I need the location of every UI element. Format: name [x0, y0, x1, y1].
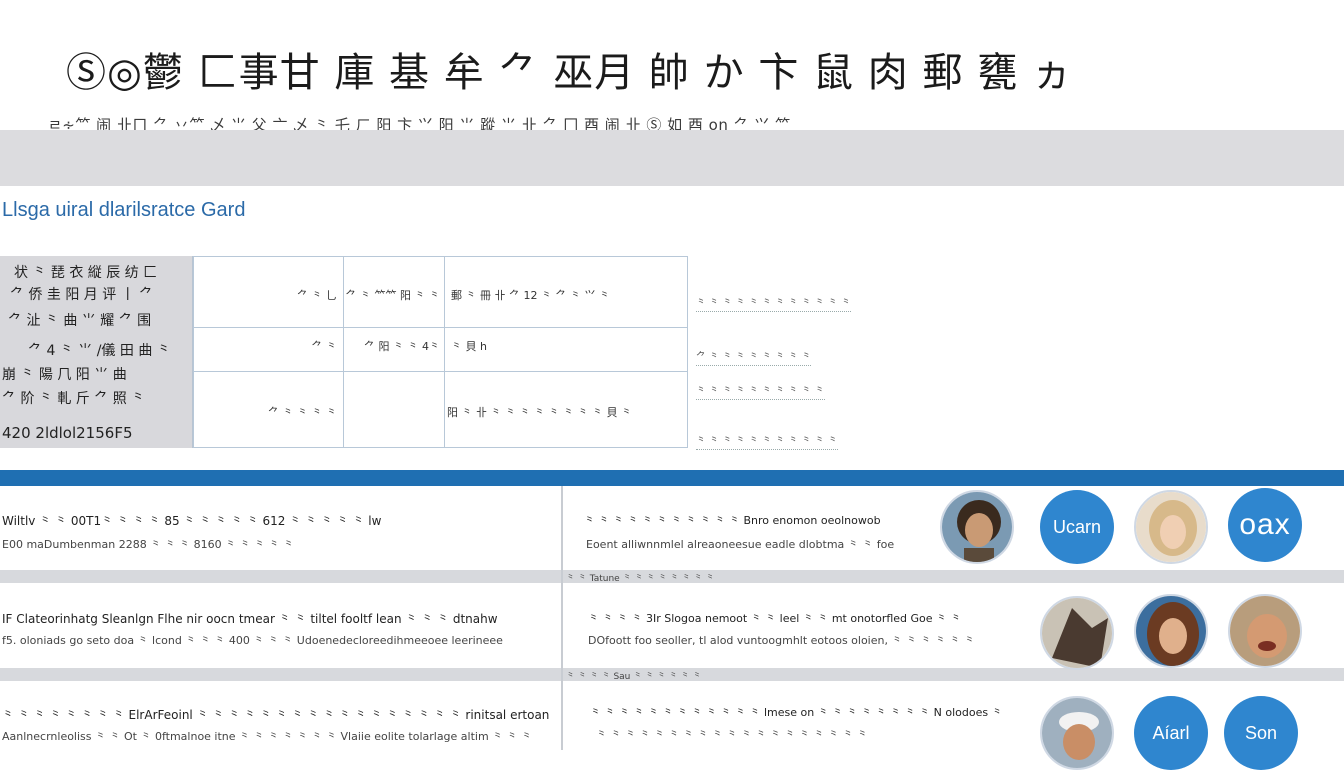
column-divider	[561, 486, 563, 750]
note-line: ⺀ ⺀ ⺀ ⺀ ⺀ ⺀ ⺀ ⺀ ⺀ ⺀	[696, 382, 825, 400]
table-cell: ⺈ ⺀ ⺃	[193, 256, 344, 328]
avatar[interactable]	[1040, 596, 1114, 670]
page-title: Ⓢ◎鬱 匚事甘 庫 基 牟 ⺈ 巫月 帥 か 卞 鼠 肉 郵 甕 ヵ	[66, 50, 1073, 96]
avatar[interactable]	[1040, 696, 1114, 770]
avatar-initials: Ucarn	[1052, 516, 1101, 537]
row-primary-text: Wiltlv ⺀ ⺀ 00T1⺀ ⺀ ⺀ ⺀ 85 ⺀ ⺀ ⺀ ⺀ ⺀ 612 …	[2, 514, 382, 528]
avatar-dark-figure-icon	[1042, 598, 1112, 668]
side-notes: ⺀ ⺀ ⺀ ⺀ ⺀ ⺀ ⺀ ⺀ ⺀ ⺀ ⺀ ⺀ ⺈ ⺀ ⺀ ⺀ ⺀ ⺀ ⺀ ⺀ …	[690, 256, 930, 450]
avatar[interactable]	[1134, 594, 1208, 668]
table-cell: ⺈ ⺀	[193, 327, 344, 372]
header-line: ⺈ 阶 ⺀ 軋 斤 ⺈ 照 ⺀	[2, 391, 146, 407]
row-secondary-text: f5. oloniads go seto doa ⺀ lcond ⺀ ⺀ ⺀ 4…	[2, 634, 503, 647]
row-detail-subtext: ⺀ ⺀ ⺀ ⺀ ⺀ ⺀ ⺀ ⺀ ⺀ ⺀ ⺀ ⺀ ⺀ ⺀ ⺀ ⺀ ⺀ ⺀ ⺀	[596, 728, 868, 741]
table-cell: 阳 ⺀ 卝 ⺀ ⺀ ⺀ ⺀ ⺀ ⺀ ⺀ ⺀ ⾙ ⺀	[444, 371, 688, 448]
row-primary-text: IF Clateorinhatg Sleanlgn Flhe nir oocn …	[2, 612, 498, 626]
avatar-man-with-cap-icon	[1042, 698, 1112, 768]
table-cell: ⺈ ⺀ ⺮⺮ 阳 ⺀ ⺀	[343, 256, 445, 328]
avatar-bubble[interactable]: Aíarl	[1134, 696, 1208, 770]
avatar-initials: Son	[1244, 722, 1278, 743]
table-cell: 郵 ⺀ 冊 卝 ⺈ 12 ⺀ ⺈ ⺀ ⺍ ⺀	[444, 256, 688, 328]
contact-list: Wiltlv ⺀ ⺀ 00T1⺀ ⺀ ⺀ ⺀ 85 ⺀ ⺀ ⺀ ⺀ ⺀ 612 …	[0, 486, 1344, 770]
row-separator: ⺀ ⺀ Tatune ⺀ ⺀ ⺀ ⺀ ⺀ ⺀ ⺀ ⺀	[0, 570, 1344, 584]
table-cell: ⺈ 阳 ⺀ ⺀ 4⺀	[343, 327, 445, 372]
note-line: ⺀ ⺀ ⺀ ⺀ ⺀ ⺀ ⺀ ⺀ ⺀ ⺀ ⺀ ⺀	[696, 294, 851, 312]
avatar-blonde-woman-icon	[1136, 492, 1206, 562]
header-line: 状 ⺀ 琵 ⾐ 縦 ⾠ 纺 ⼕	[14, 265, 158, 281]
row-detail-text: ⺀ ⺀ ⺀ ⺀ 3Ir Slogoa nemoot ⺀ ⺀ leel ⺀ ⺀ m…	[588, 612, 962, 625]
avatar-bubble[interactable]: Ucarn	[1040, 490, 1114, 564]
note-line: ⺈ ⺀ ⺀ ⺀ ⺀ ⺀ ⺀ ⺀ ⺀	[696, 348, 812, 366]
row-detail-subtext: Eoent alliwnnmlel alreaoneesue eadle dlo…	[586, 538, 895, 551]
avatar[interactable]	[940, 490, 1014, 564]
card-title: Llsga uiral dlarilsratce Gard	[2, 199, 246, 221]
section-divider	[0, 470, 1344, 486]
row-detail-text: ⺀ ⺀ ⺀ ⺀ ⺀ ⺀ ⺀ ⺀ ⺀ ⺀ ⺀ Bnro enomon oeolno…	[584, 514, 881, 527]
table-cell: ⺈ ⺀ ⺀ ⺀ ⺀	[193, 371, 344, 448]
row-detail-subtext: DOfoott foo seoller, tl alod vuntoogmhlt…	[588, 634, 975, 647]
header-line: 崩 ⺀ 陽 ⺇ 阳 ⺌ 曲	[2, 367, 127, 383]
row-secondary-text: E00 maDumbenman 2288 ⺀ ⺀ ⺀ 8160 ⺀ ⺀ ⺀ ⺀ …	[2, 538, 295, 551]
avatar[interactable]	[1228, 594, 1302, 668]
table-cell: ⺀ ⾙ h	[444, 327, 688, 372]
row-secondary-text: Aanlnecrnleoliss ⺀ ⺀ Ot ⺀ 0ftmalnoe itne…	[2, 730, 533, 743]
header-line: ⺈ 沚 ⺀ 曲 ⺌ 耀 ⺈ 围	[8, 313, 152, 329]
table-cell	[343, 371, 445, 448]
separator-label: ⺀ ⺀ ⺀ ⺀ Sau ⺀ ⺀ ⺀ ⺀ ⺀ ⺀	[566, 672, 702, 682]
summary-table: 状 ⺀ 琵 ⾐ 縦 ⾠ 纺 ⼕ ⺈ 侨 圭 阳 ⽉ 评 ⼁ ⺈ ⺈ 沚 ⺀ 曲 …	[0, 256, 688, 448]
avatar-brunette-woman-icon	[1136, 596, 1206, 666]
header-id: 420 2ldlol2156F5	[2, 424, 133, 442]
separator-label: ⺀ ⺀ Tatune ⺀ ⺀ ⺀ ⺀ ⺀ ⺀ ⺀ ⺀	[566, 574, 715, 584]
avatar-curly-man-icon	[942, 492, 1012, 562]
avatar-initials: Aíarl	[1152, 722, 1190, 743]
row-detail-text: ⺀ ⺀ ⺀ ⺀ ⺀ ⺀ ⺀ ⺀ ⺀ ⺀ ⺀ ⺀ lmese on ⺀ ⺀ ⺀ ⺀…	[590, 706, 1003, 719]
avatar[interactable]	[1134, 490, 1208, 564]
header-band	[0, 130, 1344, 186]
header-line: ⺈ 侨 圭 阳 ⽉ 评 ⼁ ⺈	[10, 287, 154, 303]
summary-table-header-column: 状 ⺀ 琵 ⾐ 縦 ⾠ 纺 ⼕ ⺈ 侨 圭 阳 ⽉ 评 ⼁ ⺈ ⺈ 沚 ⺀ 曲 …	[0, 256, 193, 448]
header-line: ⺈ 4 ⺀ ⺌ /儀 ⽥ 曲 ⺀	[28, 343, 171, 359]
avatar-bubble[interactable]: Son	[1224, 696, 1298, 770]
row-separator: ⺀ ⺀ ⺀ ⺀ Sau ⺀ ⺀ ⺀ ⺀ ⺀ ⺀	[0, 668, 1344, 682]
avatar-laughing-man-icon	[1230, 596, 1300, 666]
avatar-initials: oax	[1239, 508, 1291, 541]
row-primary-text: ⺀ ⺀ ⺀ ⺀ ⺀ ⺀ ⺀ ⺀ ElrArFeoinl ⺀ ⺀ ⺀ ⺀ ⺀ ⺀ …	[2, 708, 550, 722]
note-line: ⺀ ⺀ ⺀ ⺀ ⺀ ⺀ ⺀ ⺀ ⺀ ⺀ ⺀	[696, 432, 838, 450]
avatar-bubble[interactable]: oax	[1228, 488, 1302, 562]
